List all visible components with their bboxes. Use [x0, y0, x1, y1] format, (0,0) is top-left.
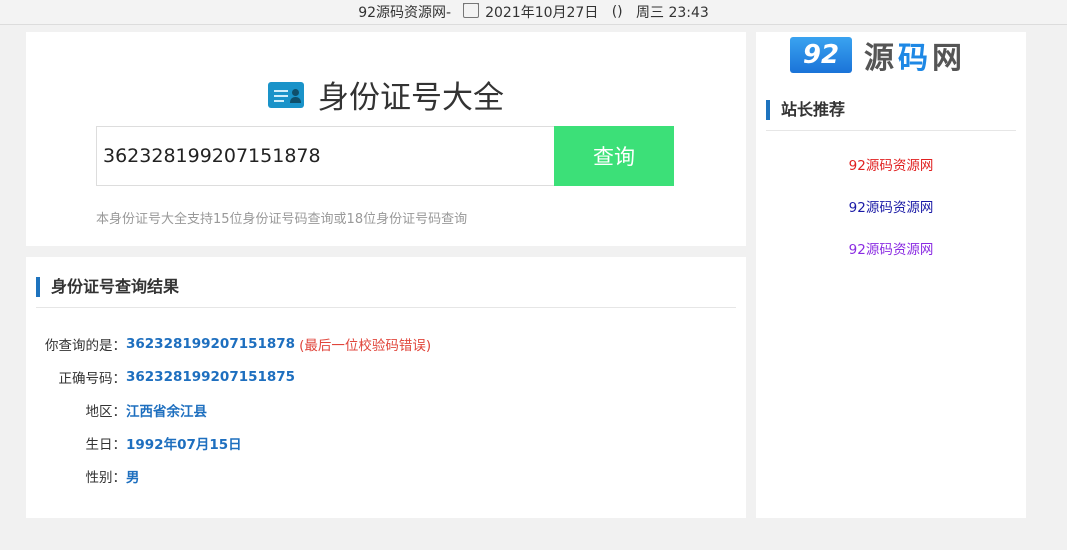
date-text: 2021年10月27日: [485, 5, 599, 21]
top-bar: 92源码资源网- 2021年10月27日 () 周三 23:43: [0, 0, 1067, 25]
region-value: 江西省余江县: [126, 404, 207, 420]
correct-label: 正确号码：: [58, 371, 127, 387]
site-name: 92源码资源网-: [358, 5, 452, 21]
birth-label: 生日：: [85, 437, 127, 453]
search-row: 查询: [96, 126, 676, 186]
gender-row: 性别： 男: [26, 466, 140, 486]
id-number-input[interactable]: [96, 126, 554, 186]
recommend-link-3[interactable]: 92源码资源网: [756, 238, 1026, 258]
result-card: 身份证号查询结果 你查询的是： 362328199207151878 (最后一位…: [26, 257, 746, 518]
weekday-time: 周三 23:43: [636, 5, 709, 21]
logo-badge: 92: [790, 37, 852, 73]
query-note: (最后一位校验码错误): [299, 338, 432, 354]
gender-label: 性别：: [85, 470, 127, 486]
recommend-link-2[interactable]: 92源码资源网: [756, 196, 1026, 216]
result-heading: 身份证号查询结果: [36, 277, 736, 308]
search-card: 身份证号大全 查询 本身份证号大全支持15位身份证号码查询或18位身份证号码查询: [26, 32, 746, 246]
birth-value: 1992年07月15日: [126, 437, 242, 453]
paren-text: (): [611, 4, 623, 20]
region-row: 地区： 江西省余江县: [26, 400, 208, 420]
calendar-icon: [463, 2, 480, 18]
query-value: 362328199207151878: [126, 336, 296, 352]
sidebar: 92 源码网 站长推荐 92源码资源网 92源码资源网 92源码资源网: [756, 32, 1026, 518]
query-button[interactable]: 查询: [554, 126, 674, 186]
site-logo[interactable]: 92 源码网: [790, 36, 966, 76]
search-hint: 本身份证号大全支持15位身份证号码查询或18位身份证号码查询: [96, 212, 468, 227]
recommend-link-1[interactable]: 92源码资源网: [756, 154, 1026, 174]
query-label: 你查询的是：: [45, 338, 126, 354]
recommend-heading: 站长推荐: [766, 100, 1016, 131]
page-title: 身份证号大全: [318, 80, 504, 116]
birth-row: 生日： 1992年07月15日: [26, 433, 242, 453]
query-row: 你查询的是： 362328199207151878 (最后一位校验码错误): [26, 334, 431, 354]
id-card-icon: [268, 81, 304, 108]
correct-row: 正确号码： 362328199207151875: [26, 367, 296, 387]
gender-value: 男: [126, 470, 140, 486]
region-label: 地区：: [85, 404, 127, 420]
correct-value: 362328199207151875: [126, 369, 296, 385]
